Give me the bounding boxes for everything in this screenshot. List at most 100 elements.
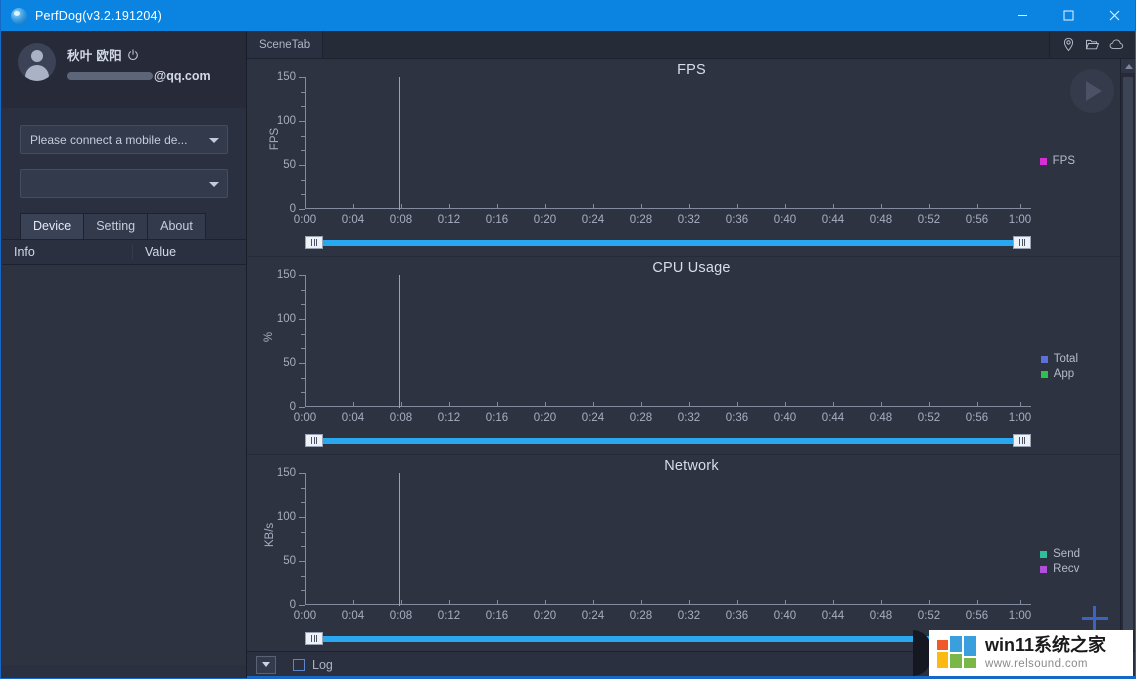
x-axis-line: [305, 604, 1031, 605]
x-tick-label: 0:00: [293, 214, 317, 226]
x-tick-label: 1:00: [1008, 610, 1032, 622]
x-tick-label: 0:08: [389, 412, 413, 424]
x-tick-label: 0:48: [869, 412, 893, 424]
y-tick-label: 50: [283, 555, 296, 567]
legend-item[interactable]: App: [1040, 367, 1078, 382]
x-tick-label: 0:20: [533, 610, 557, 622]
tab-device[interactable]: Device: [20, 213, 85, 239]
x-tick-label: 0:24: [581, 214, 605, 226]
maximize-button[interactable]: [1045, 0, 1091, 31]
cloud-icon[interactable]: [1109, 37, 1125, 52]
tab-setting[interactable]: Setting: [83, 213, 149, 239]
legend-cpu: Total App: [1040, 352, 1078, 382]
power-icon[interactable]: [127, 48, 139, 61]
charts-area: FPS FPS 150 100 50 0 0:00 0:04 0:08 0:12…: [247, 59, 1135, 652]
y-axis-line: [305, 275, 306, 407]
x-tick-label: 0:16: [485, 214, 509, 226]
x-tick-label: 0:20: [533, 214, 557, 226]
time-slider-cpu[interactable]: [305, 434, 1031, 447]
x-tick-label: 0:40: [773, 610, 797, 622]
y-tick-label: 100: [276, 115, 296, 127]
legend-network: Send Recv: [1040, 547, 1080, 577]
site-watermark: win11系统之家 www.relsound.com: [929, 630, 1133, 676]
time-slider-handle-left[interactable]: [305, 236, 323, 249]
time-slider-track[interactable]: [315, 240, 1019, 246]
scene-bar-spacer: [323, 31, 1049, 58]
plot-area-cpu: % 150 100 50 0 0:00 0:04 0:08 0:12 0:16 …: [263, 269, 1031, 424]
x-tick-label: 0:16: [485, 412, 509, 424]
minimize-button[interactable]: [999, 0, 1045, 31]
chevron-up-icon: [1124, 63, 1133, 69]
user-email: @qq.com: [154, 69, 211, 83]
legend-label: FPS: [1052, 155, 1075, 167]
x-tick-label: 1:00: [1008, 412, 1032, 424]
location-pin-icon[interactable]: [1061, 37, 1076, 52]
x-tick-label: 0:08: [389, 610, 413, 622]
time-slider-fps[interactable]: [305, 236, 1031, 249]
scene-bar-icons: [1049, 31, 1135, 58]
chart-title-network: Network: [664, 458, 719, 474]
chart-fps: FPS FPS 150 100 50 0 0:00 0:04 0:08 0:12…: [247, 59, 1135, 257]
y-axis-line: [305, 473, 306, 605]
legend-swatch-total: [1040, 356, 1048, 363]
x-tick-label: 0:28: [629, 610, 653, 622]
time-cursor-line[interactable]: [399, 473, 400, 606]
scene-tab[interactable]: SceneTab: [247, 31, 324, 58]
close-button[interactable]: [1091, 0, 1135, 31]
perfdog-window: PerfDog(v3.2.191204) 秋叶 欧阳 @qq.com Pleas…: [0, 0, 1136, 679]
device-select[interactable]: Please connect a mobile de...: [20, 125, 228, 154]
x-tick-label: 0:48: [869, 214, 893, 226]
time-slider-handle-left[interactable]: [305, 632, 323, 645]
y-tick-label: 50: [283, 357, 296, 369]
scrollbar-thumb[interactable]: [1123, 77, 1133, 637]
x-tick-label: 0:12: [437, 214, 461, 226]
user-text: 秋叶 欧阳 @qq.com: [67, 43, 211, 83]
watermark-title: win11系统之家: [985, 634, 1107, 655]
main-panel: SceneTab FPS FPS 150 100 50 0 0:00 0:04 …: [247, 31, 1135, 678]
legend-item[interactable]: Recv: [1040, 562, 1080, 577]
collapse-panel-button[interactable]: [256, 655, 276, 674]
x-tick-label: 0:40: [773, 214, 797, 226]
chevron-down-icon: [209, 181, 219, 187]
x-tick-label: 0:20: [533, 412, 557, 424]
column-header-value: Value: [145, 245, 177, 259]
legend-item[interactable]: Total: [1040, 352, 1078, 367]
open-folder-icon[interactable]: [1085, 37, 1100, 52]
start-button[interactable]: [1070, 69, 1114, 113]
time-slider-handle-right[interactable]: [1013, 236, 1031, 249]
sidebar: 秋叶 欧阳 @qq.com Please connect a mobile de…: [2, 31, 247, 678]
app-select[interactable]: [20, 169, 228, 198]
legend-swatch-app: [1040, 371, 1048, 378]
device-select-value: Please connect a mobile de...: [30, 132, 188, 147]
chevron-down-icon: [209, 137, 219, 143]
time-cursor-line[interactable]: [399, 77, 400, 210]
user-profile: 秋叶 欧阳 @qq.com: [2, 31, 246, 108]
x-tick-label: 1:00: [1008, 214, 1032, 226]
legend-item[interactable]: Send: [1040, 547, 1080, 562]
column-header-info: Info: [2, 245, 133, 259]
time-slider-handle-right[interactable]: [1013, 434, 1031, 447]
log-checkbox[interactable]: [293, 658, 305, 671]
y-axis-label-network: KB/s: [264, 522, 277, 548]
time-slider-track[interactable]: [315, 438, 1019, 444]
chart-title-fps: FPS: [677, 62, 706, 78]
scrollbar-up-button[interactable]: [1121, 59, 1135, 73]
bottom-accent-line: [247, 676, 1135, 678]
legend-fps: FPS: [1039, 154, 1075, 169]
time-slider-handle-left[interactable]: [305, 434, 323, 447]
add-button[interactable]: [1082, 606, 1108, 632]
perfdog-logo-icon: [11, 7, 27, 24]
charts-scrollbar[interactable]: [1120, 59, 1135, 652]
y-axis-label-fps: FPS: [269, 127, 282, 151]
log-checkbox-group[interactable]: Log: [293, 658, 333, 672]
x-tick-label: 0:56: [965, 610, 989, 622]
legend-item[interactable]: FPS: [1039, 154, 1075, 169]
y-tick-label: 150: [276, 467, 296, 479]
x-tick-label: 0:48: [869, 610, 893, 622]
x-tick-label: 0:12: [437, 610, 461, 622]
x-tick-label: 0:32: [677, 214, 701, 226]
info-table-header: Info Value: [2, 240, 246, 265]
tab-about[interactable]: About: [147, 213, 206, 239]
x-tick-label: 0:04: [341, 214, 365, 226]
time-cursor-line[interactable]: [399, 275, 400, 408]
